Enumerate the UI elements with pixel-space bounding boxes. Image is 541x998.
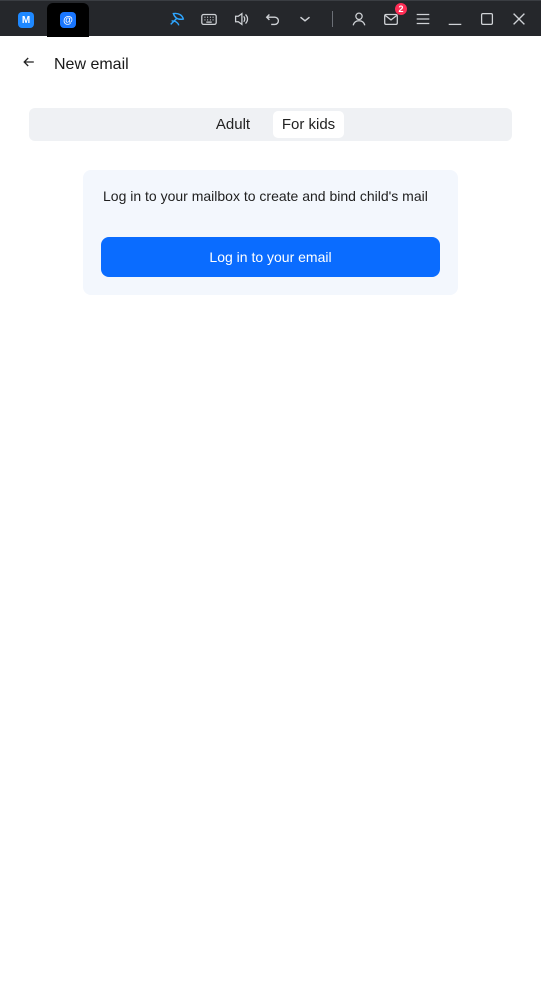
login-email-button[interactable]: Log in to your email	[101, 237, 440, 277]
page-title: New email	[54, 56, 129, 73]
kids-login-card: Log in to your mailbox to create and bin…	[83, 170, 458, 295]
tab-for-kids[interactable]: For kids	[273, 111, 344, 138]
volume-icon[interactable]	[231, 9, 251, 29]
feather-icon[interactable]	[167, 9, 187, 29]
app-logo-icon: M	[18, 12, 34, 28]
maximize-icon[interactable]	[477, 9, 497, 29]
app-tab-home[interactable]: M	[6, 3, 46, 37]
email-app-icon: @	[60, 12, 76, 28]
undo-icon[interactable]	[263, 9, 283, 29]
menu-icon[interactable]	[413, 9, 433, 29]
toolbar-divider	[332, 11, 333, 27]
back-button[interactable]	[18, 51, 40, 73]
card-message: Log in to your mailbox to create and bin…	[103, 188, 428, 204]
close-icon[interactable]	[509, 9, 529, 29]
minimize-icon[interactable]	[445, 9, 465, 29]
account-type-segment: Adult For kids	[29, 108, 512, 141]
notification-badge: 2	[395, 3, 407, 15]
user-icon[interactable]	[349, 9, 369, 29]
keyboard-icon[interactable]	[199, 9, 219, 29]
arrow-left-icon	[23, 57, 34, 67]
emulator-toolbar: M @ 2	[0, 0, 541, 37]
app-tab-email[interactable]: @	[47, 3, 89, 37]
tab-adult[interactable]: Adult	[209, 111, 257, 138]
chevron-down-icon[interactable]	[295, 9, 315, 29]
